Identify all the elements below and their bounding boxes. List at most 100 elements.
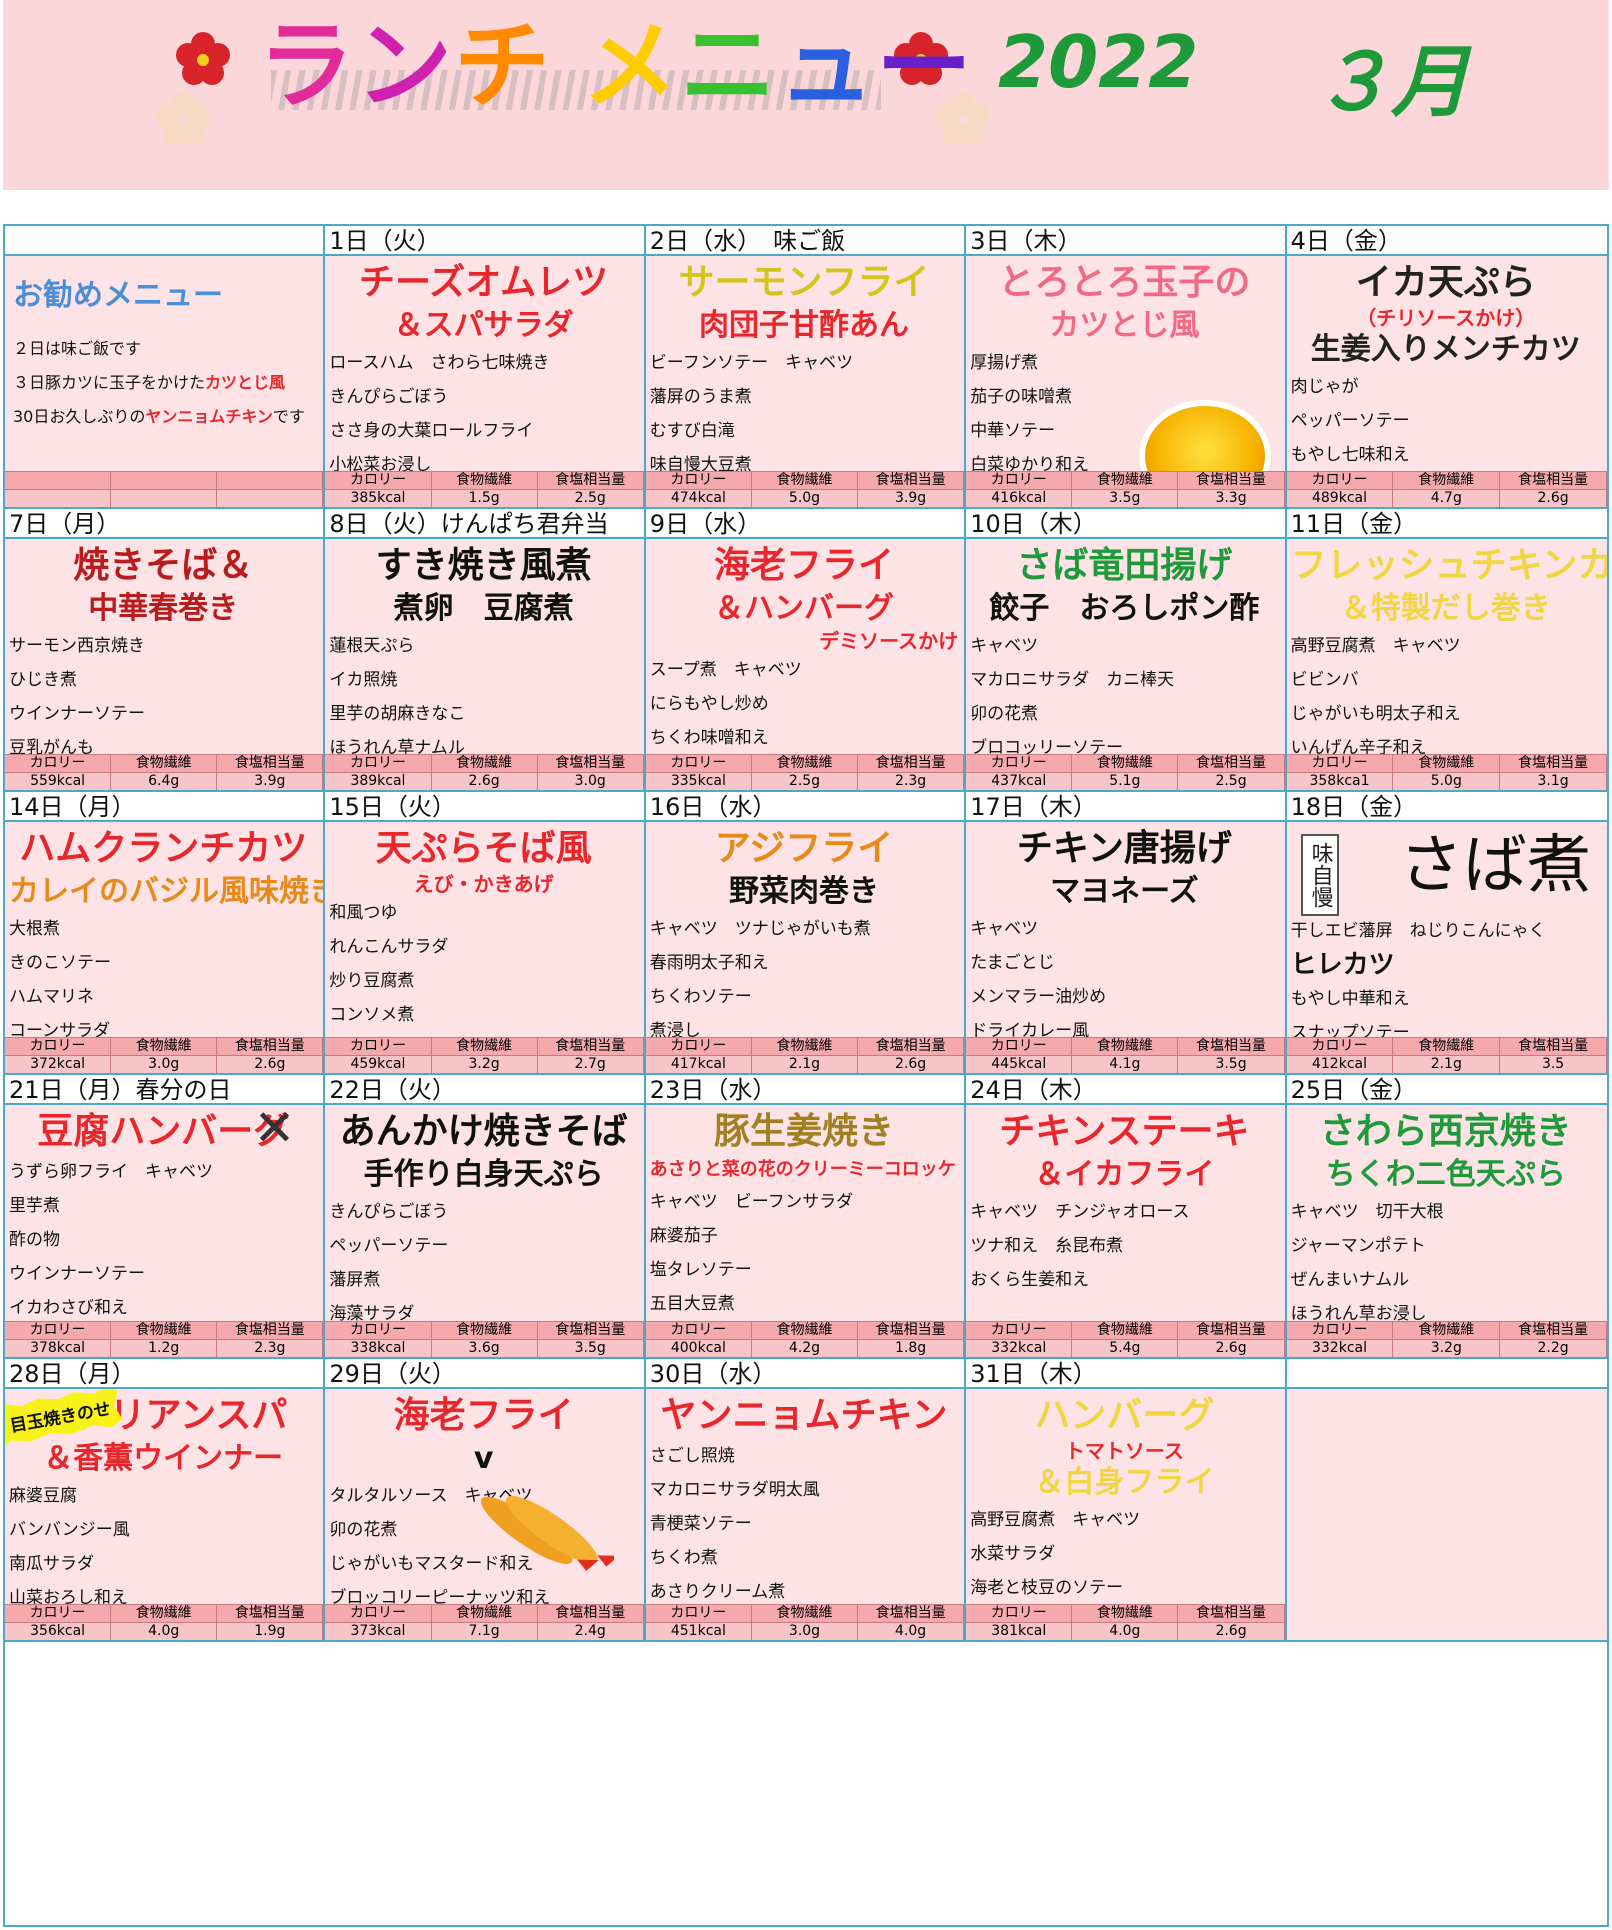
nutrition-value: 338kcal: [325, 1338, 432, 1357]
day-cell: 14日（月） ハムクランチカツ カレイのバジル風味焼き 大根煮 きのこソテー ハムマリネコ…: [5, 792, 326, 1076]
side-dish: ペッパーソテー: [329, 1236, 449, 1257]
main-dish: ハンバーグ: [1034, 1394, 1215, 1436]
nutrition-label: 食物繊維: [431, 471, 538, 490]
side-dish: 肉じゃが: [1290, 377, 1359, 397]
nutrition-value: 5.0g: [1393, 772, 1501, 791]
side-dish: ツナ和え 糸昆布煮: [970, 1236, 1124, 1257]
nutrition-value: 474kcal: [645, 489, 752, 508]
nutrition-table: カロリー 食物繊維 食塩相当量 385kcal 1.5g 2.5g: [325, 471, 644, 508]
nutrition-label: カロリー: [1286, 754, 1394, 773]
main-dish: イカ天ぷら: [1355, 262, 1536, 303]
side-dish: 豆乳がんも: [9, 738, 94, 755]
day-body: [1286, 1388, 1607, 1640]
day-date: 15日（火）: [325, 792, 644, 823]
day-date: 11日（金）: [1286, 509, 1607, 540]
day-cell: 18日（金） 味自慢 さば煮 干しエビ藩屏 ねじりこんにゃく ヒレカツ もやし中華和え スナ…: [1286, 792, 1607, 1076]
day-cell: 3日（木） とろとろ玉子の カツとじ風 厚揚げ煮 茄子の味噌煮 中華ソテー 白菜ゆかり和えカ…: [966, 226, 1287, 510]
sub-dish: ちくわ二色天ぷら: [1325, 1157, 1566, 1193]
nutrition-label: 食物繊維: [111, 1603, 218, 1622]
nutrition-value: 3.0g: [751, 1621, 859, 1640]
main-dish: チキン唐揚げ: [1016, 828, 1232, 870]
day-date: 16日（水）: [645, 792, 965, 823]
nutrition-value: 3.2g: [1393, 1338, 1501, 1357]
side-dish: コーンサラダ: [9, 1021, 111, 1038]
nutrition-value: 335kcal: [645, 772, 752, 791]
side-dish: 高野豆腐煮 キャベツ: [970, 1509, 1141, 1530]
nutrition-label: 食塩相当量: [1500, 1320, 1607, 1339]
recommend-text: です: [272, 407, 305, 426]
nutrition-table: カロリー 食物繊維 食塩相当量 412kcal 2.1g 3.5: [1286, 1037, 1607, 1074]
side-dish: 茄子の味噌煮: [970, 387, 1073, 407]
side-dish: さごし照焼: [649, 1445, 735, 1466]
recommend-line: ２日は味ご飯です: [13, 339, 142, 358]
sub-dish: v: [473, 1440, 494, 1476]
day-body: とろとろ玉子の カツとじ風 厚揚げ煮 茄子の味噌煮 中華ソテー 白菜ゆかり和え: [966, 256, 1285, 472]
side-dish-list: キャベツ ツナじゃがいも煮 春雨明太子和え ちくわソテー 煮浸し: [650, 912, 958, 1037]
nutrition-label: 食物繊維: [111, 754, 218, 773]
nutrition-value: 358kca1: [1286, 772, 1394, 791]
nutrition-value: 412kcal: [1286, 1055, 1394, 1074]
nutrition-value: 3.3g: [1178, 489, 1285, 508]
day-cell: 22日（火） あんかけ焼きそば 手作り白身天ぷら きんぴらごぼう ペッパーソテー 藩屏煮海…: [325, 1075, 646, 1359]
nutrition-value: 2.6g: [1500, 489, 1607, 508]
nutrition-table: カロリー 食物繊維 食塩相当量 358kca1 5.0g 3.1g: [1286, 754, 1607, 791]
day-cell: 4日（金） イカ天ぷら （チリソースかけ） 生姜入りメンチカツ 肉じゃが ペッパーソテーも…: [1286, 226, 1607, 510]
nutrition-label: 食物繊維: [751, 1037, 859, 1056]
day-date: 10日（木）: [966, 509, 1285, 540]
sub-dish: カレイのバジル風味焼き: [9, 874, 324, 910]
nutrition-label: 食物繊維: [1072, 471, 1179, 490]
side-dish: 大根煮: [9, 919, 60, 940]
nutrition-label: 食物繊維: [1072, 1603, 1179, 1622]
recommend-line: ３日豚カツに玉子をかけたカツとじ風: [13, 366, 315, 400]
nutrition-label: カロリー: [1286, 471, 1394, 490]
nutrition-value: 356kcal: [5, 1621, 112, 1640]
nutrition-label: 食塩相当量: [537, 1037, 644, 1056]
day-body: ヤンニョムチキン さごし照焼 マカロニサラダ明太風 青梗菜ソテー ちくわ煮 あさりクリーム…: [645, 1388, 965, 1604]
day-cell: お勧めメニュー ２日は味ご飯です ３日豚カツに玉子をかけたカツとじ風 30日お久しぶり…: [5, 226, 326, 510]
dish-note: デミソースかけ: [819, 629, 959, 654]
day-date: 29日（火）: [325, 1358, 644, 1389]
side-dish-list: うずら卵フライ キャベツ 里芋煮 酢の物 ウインナーソテー イカわさび和え: [9, 1155, 317, 1320]
nutrition-value: 2.7g: [537, 1055, 644, 1074]
title-char: メ: [582, 10, 680, 122]
main-dish: 海老フライ: [393, 1394, 574, 1436]
side-dish: ハムマリネ: [9, 987, 94, 1008]
side-dish: じゃがいも明太子和え: [1290, 704, 1461, 725]
nutrition-table: カロリー 食物繊維 食塩相当量 335kcal 2.5g 2.3g: [645, 754, 965, 791]
side-dish: サーモン西京焼き: [9, 636, 145, 657]
side-dish: ほうれん草ナムル: [329, 738, 465, 755]
sub-dish: 野菜肉巻き: [728, 874, 879, 910]
nutrition-label: 食塩相当量: [858, 1603, 965, 1622]
nutrition-label: カロリー: [966, 1320, 1073, 1339]
main-dish: アジフライ: [714, 828, 894, 870]
side-dish: キャベツ チンジャオロース: [970, 1202, 1190, 1223]
nutrition-table: カロリー 食物繊維 食塩相当量 489kcal 4.7g 2.6g: [1286, 471, 1607, 508]
side-dish: 春雨明太子和え: [649, 953, 769, 974]
sub-dish: カツとじ風: [1049, 308, 1200, 343]
day-cell: 29日（火） 海老フライ v タルタルソース キャベツ 卯の花煮 じゃがいもマスタード和え…: [325, 1358, 646, 1642]
side-dish: 厚揚げ煮: [970, 353, 1039, 373]
nutrition-table: カロリー 食物繊維 食塩相当量 417kcal 2.1g 2.6g: [645, 1037, 965, 1074]
nutrition-value: 2.2g: [1500, 1338, 1607, 1357]
nutrition-value: 385kcal: [325, 489, 432, 508]
day-date: 7日（月）: [5, 509, 324, 540]
side-dish-list: サーモン西京焼きひじき煮ウインナーソテー豆乳がんもあさりしぐれ煮: [9, 629, 317, 754]
nutrition-value: 6.4g: [111, 772, 218, 791]
side-dish: イカわさび和え: [9, 1298, 128, 1319]
title-char: ニ: [680, 10, 778, 122]
nutrition-label: カロリー: [645, 754, 752, 773]
nutrition-label: カロリー: [966, 1037, 1073, 1056]
month-label: ３月: [1313, 38, 1470, 128]
recommend-highlight: ヤンニョムチキン: [145, 407, 273, 426]
side-dish-list: ビーフンソテー キャベツ 藩屏のうま煮 むすび白滝 味自慢大豆煮: [650, 346, 958, 471]
nutrition-value: 1.8g: [858, 1338, 965, 1357]
nutrition-table: カロリー 食物繊維 食塩相当量 356kcal 4.0g 1.9g: [5, 1603, 324, 1640]
nutrition-label: 食物繊維: [1393, 1320, 1501, 1339]
side-dish: ロースハム さわら七味焼き: [329, 353, 550, 373]
side-dish: いんげん辛子和え: [1290, 738, 1427, 755]
day-cell: 10日（木） さば竜田揚げ 餃子 おろしポン酢 キャベツ マカロニサラダ カニ棒天 卯の花…: [966, 509, 1287, 793]
nutrition-value: 3.6g: [431, 1338, 538, 1357]
nutrition-table: カロリー 食物繊維 食塩相当量 389kcal 2.6g 3.0g: [325, 754, 644, 791]
side-dish: 南瓜サラダ: [9, 1553, 94, 1574]
side-dish: 水菜サラダ: [970, 1543, 1056, 1564]
